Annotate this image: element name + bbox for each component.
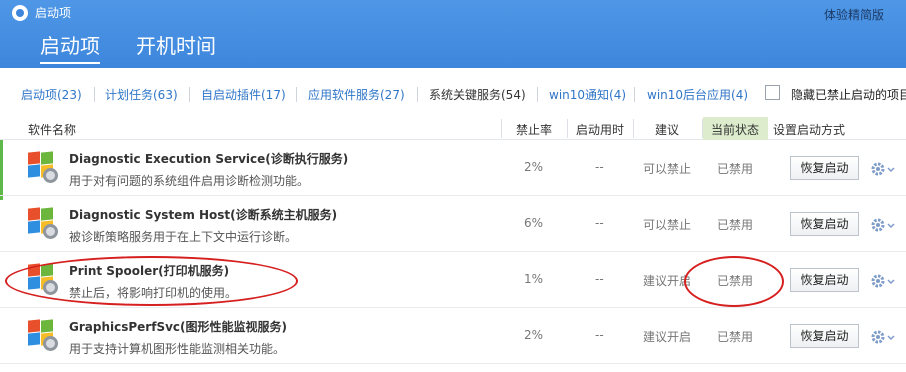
- service-description: 用于支持计算机图形性能监测相关功能。: [69, 342, 286, 356]
- header-bar: 启动项 体验精简版 启动项 开机时间: [0, 0, 906, 68]
- service-row[interactable]: Print Spooler(打印机服务) 禁止后，将影响打印机的使用。 1% -…: [0, 252, 906, 308]
- windows-service-icon: [28, 207, 58, 239]
- col-set-mode: 设置启动方式: [773, 123, 846, 137]
- col-name[interactable]: 软件名称: [28, 121, 76, 138]
- startup-time: --: [595, 160, 604, 174]
- status-text: 已禁用: [717, 162, 754, 176]
- app-logo-icon: [12, 5, 28, 21]
- col-startup-time[interactable]: 启动用时: [576, 121, 624, 138]
- hide-disabled-label[interactable]: 隐藏已禁止启动的项目: [791, 86, 906, 103]
- status-text: 已禁用: [717, 218, 754, 232]
- startup-time: --: [595, 272, 604, 286]
- service-name: GraphicsPerfSvc(图形性能监视服务): [69, 320, 287, 334]
- edition-label[interactable]: 体验精简版: [824, 6, 884, 23]
- disable-rate: 2%: [524, 160, 544, 174]
- column-header-row: 软件名称 禁止率 启动用时 建议 当前状态 设置启动方式: [0, 117, 906, 140]
- subtab-autostart-plugins[interactable]: 自启动插件(17): [201, 86, 286, 103]
- hide-disabled-checkbox[interactable]: [765, 85, 780, 100]
- disable-rate: 6%: [524, 216, 544, 230]
- service-description: 被诊断策略服务用于在上下文中运行诊断。: [69, 230, 298, 244]
- disable-rate: 2%: [524, 328, 544, 342]
- col-divider: [501, 119, 502, 138]
- restore-startup-button[interactable]: 恢复启动: [790, 212, 859, 236]
- gear-dropdown-icon[interactable]: [870, 161, 898, 177]
- service-row[interactable]: GraphicsPerfSvc(图形性能监视服务) 用于支持计算机图形性能监测相…: [0, 308, 906, 364]
- service-name: Diagnostic Execution Service(诊断执行服务): [69, 152, 349, 166]
- sub-tab-bar: 启动项(23) 计划任务(63) 自启动插件(17) 应用软件服务(27) 系统…: [0, 78, 906, 110]
- window-title: 启动项: [35, 6, 72, 20]
- subtab-scheduled-tasks[interactable]: 计划任务(63): [105, 86, 178, 103]
- service-row[interactable]: Diagnostic Execution Service(诊断执行服务) 用于对…: [0, 140, 906, 196]
- startup-time: --: [595, 328, 604, 342]
- startup-time: --: [595, 216, 604, 230]
- status-text: 已禁用: [717, 274, 754, 288]
- service-name: Diagnostic System Host(诊断系统主机服务): [69, 208, 338, 222]
- service-name: Print Spooler(打印机服务): [69, 264, 230, 278]
- subtab-system-services[interactable]: 系统关键服务(54): [429, 86, 526, 103]
- gear-dropdown-icon[interactable]: [870, 217, 898, 233]
- suggestion: 可以禁止: [643, 218, 692, 232]
- subtab-divider: [94, 87, 95, 102]
- windows-service-icon: [28, 263, 58, 295]
- restore-startup-button[interactable]: 恢复启动: [790, 324, 859, 348]
- startup-manager-window: 启动项 体验精简版 启动项 开机时间 启动项(23) 计划任务(63) 自启动插…: [0, 0, 906, 372]
- col-divider: [633, 119, 634, 138]
- subtab-divider: [417, 87, 418, 102]
- status-text: 已禁用: [717, 330, 754, 344]
- windows-service-icon: [28, 151, 58, 183]
- col-divider: [702, 119, 703, 138]
- subtab-divider: [537, 87, 538, 102]
- suggestion: 建议开启: [643, 274, 692, 288]
- col-divider: [567, 119, 568, 138]
- suggestion: 建议开启: [643, 330, 692, 344]
- subtab-divider: [634, 87, 635, 102]
- tab-startup-items[interactable]: 启动项: [40, 30, 100, 64]
- restore-startup-button[interactable]: 恢复启动: [790, 268, 859, 292]
- subtab-divider: [189, 87, 190, 102]
- service-description: 用于对有问题的系统组件启用诊断检测功能。: [69, 174, 310, 188]
- tab-boot-time[interactable]: 开机时间: [136, 30, 216, 62]
- suggestion: 可以禁止: [643, 162, 692, 176]
- subtab-startup-items[interactable]: 启动项(23): [21, 86, 82, 103]
- subtab-app-services[interactable]: 应用软件服务(27): [308, 86, 405, 103]
- service-description: 禁止后，将影响打印机的使用。: [69, 286, 238, 300]
- service-row[interactable]: Diagnostic System Host(诊断系统主机服务) 被诊断策略服务…: [0, 196, 906, 252]
- gear-dropdown-icon[interactable]: [870, 329, 898, 345]
- col-status[interactable]: 当前状态: [711, 121, 759, 138]
- subtab-divider: [296, 87, 297, 102]
- restore-startup-button[interactable]: 恢复启动: [790, 156, 859, 180]
- subtab-win10-background[interactable]: win10后台应用(4): [647, 86, 748, 103]
- col-suggestion[interactable]: 建议: [655, 121, 679, 138]
- disable-rate: 1%: [524, 272, 544, 286]
- gear-dropdown-icon[interactable]: [870, 273, 898, 289]
- windows-service-icon: [28, 319, 58, 351]
- col-disable-rate[interactable]: 禁止率: [516, 121, 552, 138]
- subtab-win10-notify[interactable]: win10通知(4): [549, 86, 626, 103]
